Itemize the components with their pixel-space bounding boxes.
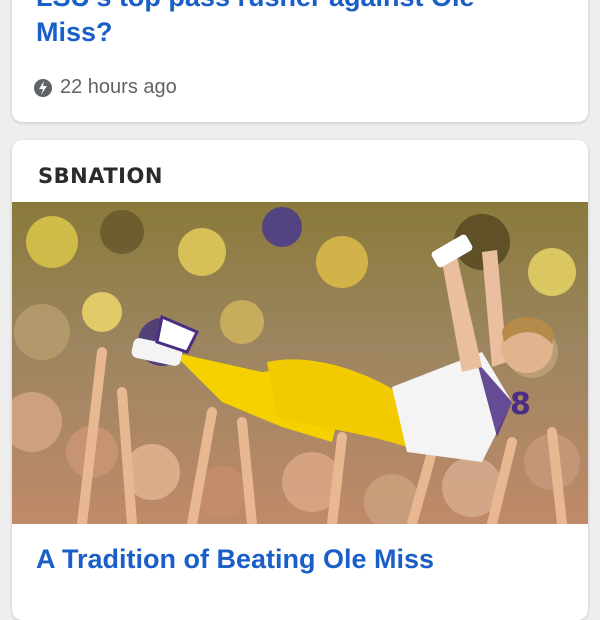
headline-line-2: Miss?: [36, 17, 113, 47]
story-headline[interactable]: LSU's top pass rusher against Ole Miss?: [12, 0, 556, 50]
headline-line-1: LSU's top pass rusher against Ole: [36, 0, 556, 15]
story-timestamp: 22 hours ago: [60, 76, 177, 98]
story-card-bottom[interactable]: SBNATION 8 A Tradition of Beating Ole Mi…: [12, 140, 588, 620]
source-logo: SBNATION: [38, 164, 163, 188]
story-headline[interactable]: A Tradition of Beating Ole Miss: [12, 542, 556, 577]
jersey-number: 8: [510, 387, 531, 422]
story-photo[interactable]: 8: [12, 202, 588, 524]
story-card-top[interactable]: LSU's top pass rusher against Ole Miss? …: [12, 0, 588, 122]
story-meta: 22 hours ago: [34, 76, 177, 99]
bolt-icon: [34, 78, 52, 97]
